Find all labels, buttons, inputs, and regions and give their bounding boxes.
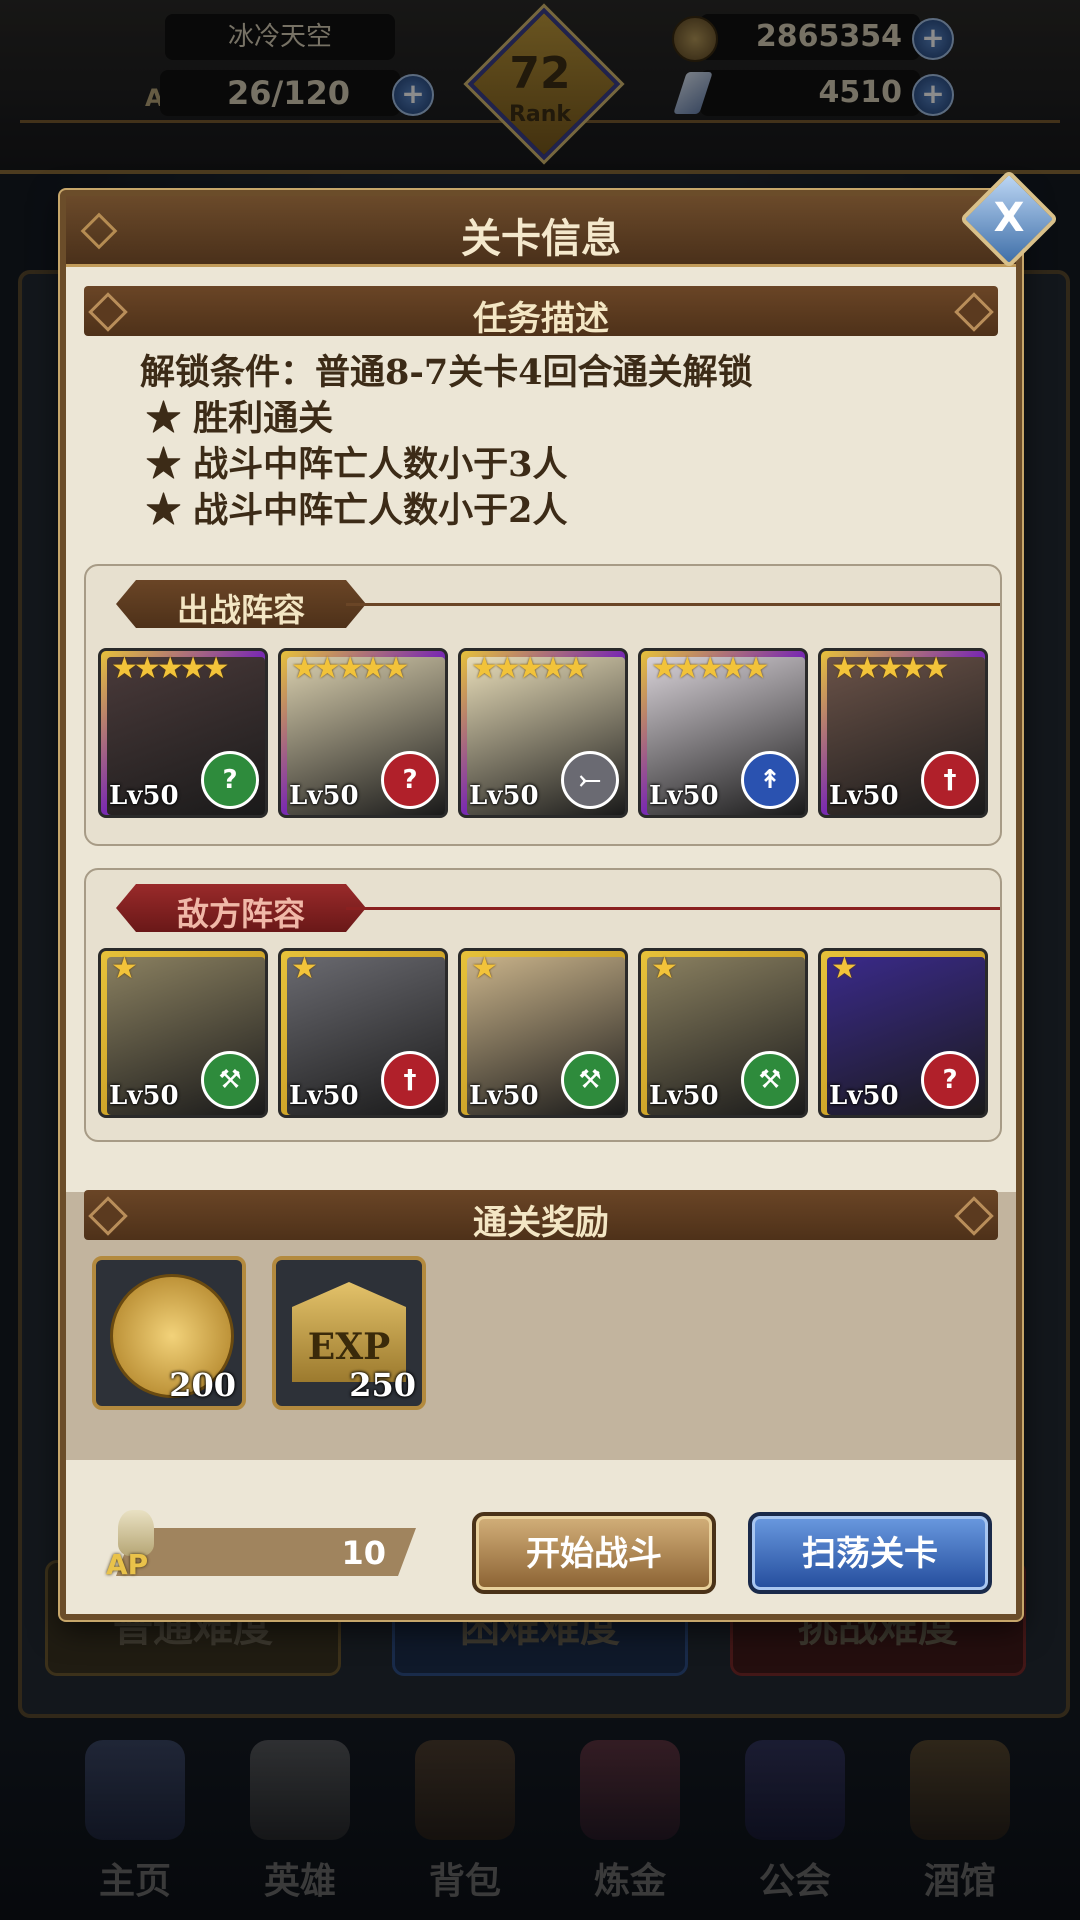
hero-level: Lv50 <box>469 781 539 811</box>
staff-icon: ? <box>201 751 259 809</box>
axe-icon: ⚒ <box>201 1051 259 1109</box>
enemy-team-tab: 敌方阵容 <box>116 884 366 932</box>
staff-icon: ? <box>381 751 439 809</box>
ap-cost-value: 10 <box>341 1534 386 1572</box>
spear-icon: ↟ <box>741 751 799 809</box>
sword-icon: † <box>381 1051 439 1109</box>
hero-level: Lv50 <box>469 1081 539 1111</box>
own-team-divider <box>346 603 1000 606</box>
hero-card[interactable]: ★ Lv50 ⚒ <box>638 948 808 1118</box>
enemy-team-header: 敌方阵容 <box>176 895 305 933</box>
hero-card[interactable]: ★ Lv50 † <box>278 948 448 1118</box>
hero-level: Lv50 <box>649 781 719 811</box>
stage-info-dialog: 关卡信息 X 任务描述 解锁条件：普通8-7关卡4回合通关解锁 ★ 胜利通关 ★… <box>60 169 1059 1620</box>
hero-stars: ★★★★★ <box>291 651 410 686</box>
enemy-team-divider <box>346 907 1000 910</box>
dialog-title-bar: 关卡信息 <box>66 196 1016 267</box>
rewards-header-title: 通关奖励 <box>473 1203 609 1243</box>
hero-stars: ★★★★★ <box>471 651 590 686</box>
start-battle-button[interactable]: 开始战斗 <box>472 1512 716 1594</box>
unlock-condition: 解锁条件：普通8-7关卡4回合通关解锁 <box>140 352 753 393</box>
hero-stars: ★ <box>111 951 138 986</box>
own-team-tab: 出战阵容 <box>116 580 366 628</box>
exp-text: EXP <box>307 1326 391 1368</box>
sweep-stage-button[interactable]: 扫荡关卡 <box>748 1512 992 1594</box>
goal-2: ★ 战斗中阵亡人数小于3人 <box>146 444 568 485</box>
hero-stars: ★★★★★ <box>651 651 770 686</box>
reward-exp-amount: 250 <box>349 1366 416 1404</box>
axe-icon: ⚒ <box>741 1051 799 1109</box>
hero-level: Lv50 <box>649 1081 719 1111</box>
hero-card[interactable]: ★ Lv50? <box>818 948 988 1118</box>
rewards-header: 通关奖励 <box>84 1190 998 1243</box>
reward-gold[interactable]: 200 <box>92 1256 246 1410</box>
hero-card[interactable]: ★★★★★ Lv50? <box>98 648 268 818</box>
sword-icon: † <box>921 751 979 809</box>
hero-stars: ★ <box>291 951 318 986</box>
hero-stars: ★ <box>651 951 678 986</box>
ap-cost-label: AP <box>106 1548 149 1581</box>
hero-level: Lv50 <box>109 781 179 811</box>
mission-header-title: 任务描述 <box>473 299 609 339</box>
axe-icon: ⚒ <box>561 1051 619 1109</box>
hero-card[interactable]: ★★★★★ Lv50? <box>278 648 448 818</box>
hero-stars: ★ <box>471 951 498 986</box>
close-icon: X <box>993 195 1025 241</box>
hero-level: Lv50 <box>829 781 899 811</box>
own-team-panel: 出战阵容 ★★★★★ Lv50? ★★★★★ Lv50? ★★★★★ Lv50 ⤚ ★★★★★… <box>84 564 1002 846</box>
hero-card[interactable]: ★ Lv50 ⚒ <box>458 948 628 1118</box>
bow-icon: ⤚ <box>561 751 619 809</box>
goal-1: ★ 胜利通关 <box>146 398 334 439</box>
staff-icon: ? <box>921 1051 979 1109</box>
ap-potion-icon: AP <box>106 1510 166 1582</box>
hero-level: Lv50 <box>109 1081 179 1111</box>
own-team-header: 出战阵容 <box>176 591 305 629</box>
reward-gold-amount: 200 <box>169 1366 236 1404</box>
mission-header: 任务描述 <box>84 286 998 339</box>
hero-card[interactable]: ★★★★★ Lv50 ↟ <box>638 648 808 818</box>
hero-level: Lv50 <box>289 781 359 811</box>
reward-exp[interactable]: EXP 250 <box>272 1256 426 1410</box>
hero-card[interactable]: ★★★★★ Lv50 ⤚ <box>458 648 628 818</box>
hero-stars: ★★★★★ <box>831 651 950 686</box>
hero-stars: ★ <box>831 951 858 986</box>
hero-stars: ★★★★★ <box>111 651 230 686</box>
goal-3: ★ 战斗中阵亡人数小于2人 <box>146 490 568 531</box>
hero-level: Lv50 <box>829 1081 899 1111</box>
hero-card[interactable]: ★★★★★ Lv50 † <box>818 648 988 818</box>
dialog-title: 关卡信息 <box>461 216 621 262</box>
hero-level: Lv50 <box>289 1081 359 1111</box>
enemy-team-panel: 敌方阵容 ★ Lv50 ⚒ ★ Lv50 † ★ Lv50 ⚒ ★ Lv50 ⚒ ★ Lv50? <box>84 868 1002 1142</box>
hero-card[interactable]: ★ Lv50 ⚒ <box>98 948 268 1118</box>
